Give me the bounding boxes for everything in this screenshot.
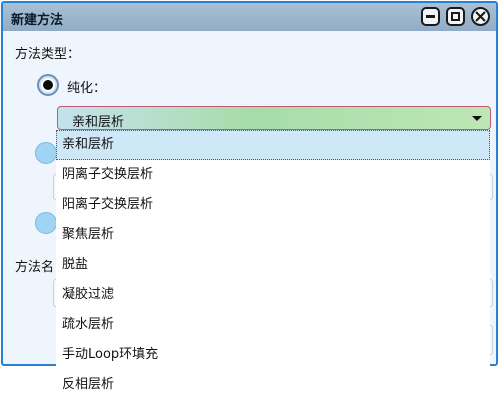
purification-radio[interactable] bbox=[37, 74, 59, 96]
method-type-label: 方法类型： bbox=[15, 47, 81, 62]
dropdown-item-manual-loop-fill[interactable]: 手动Loop环填充 bbox=[56, 340, 490, 370]
dropdown-item-hydrophobic[interactable]: 疏水层析 bbox=[56, 310, 490, 340]
close-x-glyph bbox=[475, 11, 486, 22]
combo-selected-value: 亲和层析 bbox=[72, 115, 125, 130]
method-name-label: 方法名 bbox=[15, 260, 55, 275]
purification-type-combo[interactable]: 亲和层析 bbox=[57, 106, 491, 130]
chevron-down-icon[interactable] bbox=[462, 107, 490, 129]
method-option-radio-3[interactable] bbox=[35, 212, 57, 234]
purification-type-dropdown-list: 亲和层析 阴离子交换层析 阳离子交换层析 聚焦层析 脱盐 凝胶过滤 疏水层析 手… bbox=[56, 130, 490, 403]
dropdown-item-chromatofocusing[interactable]: 聚焦层析 bbox=[56, 220, 490, 250]
minimize-icon[interactable] bbox=[421, 7, 440, 26]
purification-label: 纯化： bbox=[67, 81, 107, 96]
method-option-radio-2[interactable] bbox=[35, 142, 57, 164]
close-icon[interactable] bbox=[471, 7, 490, 26]
dropdown-item-cation-exchange[interactable]: 阳离子交换层析 bbox=[56, 190, 490, 220]
dropdown-item-reversed-phase[interactable]: 反相层析 bbox=[56, 370, 490, 400]
dropdown-item-desalting[interactable]: 脱盐 bbox=[56, 250, 490, 280]
dropdown-item-affinity[interactable]: 亲和层析 bbox=[56, 130, 490, 160]
title-bar[interactable]: 新建方法 bbox=[3, 3, 496, 31]
maximize-icon[interactable] bbox=[446, 7, 465, 26]
window-title: 新建方法 bbox=[11, 13, 64, 28]
dropdown-item-anion-exchange[interactable]: 阴离子交换层析 bbox=[56, 160, 490, 190]
dropdown-item-gel-filtration[interactable]: 凝胶过滤 bbox=[56, 280, 490, 310]
